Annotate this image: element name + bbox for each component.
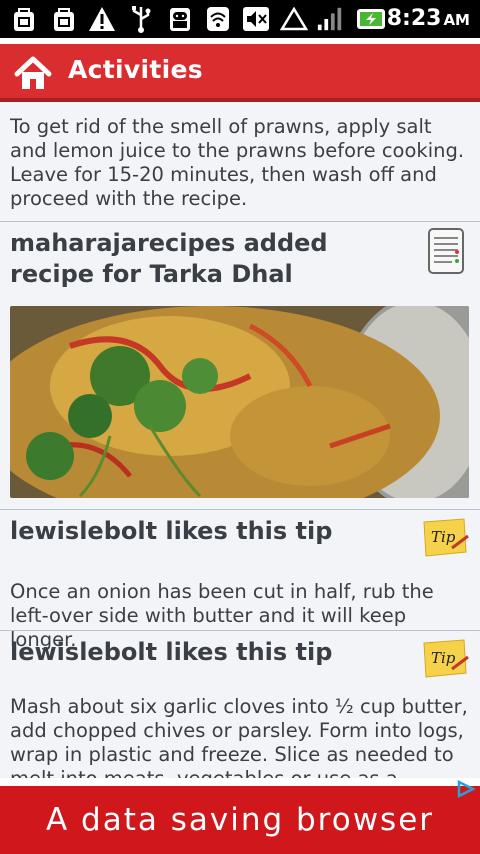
android-debug-icon: [166, 5, 194, 33]
list-item[interactable]: lewislebolt likes this tip Tip Once an o…: [0, 510, 480, 651]
bag-icon: [50, 5, 78, 33]
list-item[interactable]: To get rid of the smell of prawns, apply…: [0, 102, 480, 222]
page-title: Activities: [68, 55, 203, 84]
ad-banner[interactable]: A data saving browser: [0, 778, 480, 854]
activity-feed[interactable]: To get rid of the smell of prawns, apply…: [0, 102, 480, 778]
status-bar: 8:23 AM: [0, 0, 480, 38]
activity-title: lewislebolt likes this tip: [10, 517, 333, 545]
ad-choices-icon[interactable]: [456, 779, 476, 799]
app-header: Activities: [0, 38, 480, 102]
battery-charging-icon: [355, 5, 389, 33]
tip-text: To get rid of the smell of prawns, apply…: [10, 115, 465, 210]
triangle-icon: [280, 5, 308, 33]
wifi-icon: [204, 5, 232, 33]
ad-text: A data saving browser: [45, 802, 435, 838]
signal-icon: [316, 5, 344, 33]
ad-background[interactable]: A data saving browser: [0, 786, 480, 854]
bag-icon: [10, 5, 38, 33]
svg-text:Tip: Tip: [431, 649, 456, 667]
list-item[interactable]: lewislebolt likes this tip Tip Mash abou…: [0, 631, 480, 778]
usb-icon: [127, 5, 155, 33]
activity-title: maharajarecipes added recipe for Tarka D…: [10, 229, 328, 288]
home-icon[interactable]: [14, 56, 52, 92]
tip-note-icon: Tip: [422, 639, 470, 679]
recipe-list-icon: [428, 228, 464, 274]
clock: 8:23 AM: [386, 6, 470, 31]
recipe-photo[interactable]: [10, 306, 469, 498]
list-item[interactable]: maharajarecipes added recipe for Tarka D…: [0, 222, 480, 510]
tip-text: Mash about six garlic cloves into ½ cup …: [10, 695, 468, 778]
activity-title: lewislebolt likes this tip: [10, 638, 333, 666]
svg-text:Tip: Tip: [431, 528, 456, 546]
warning-icon: [88, 5, 116, 33]
tip-note-icon: Tip: [422, 518, 470, 558]
mute-icon: [242, 5, 270, 33]
